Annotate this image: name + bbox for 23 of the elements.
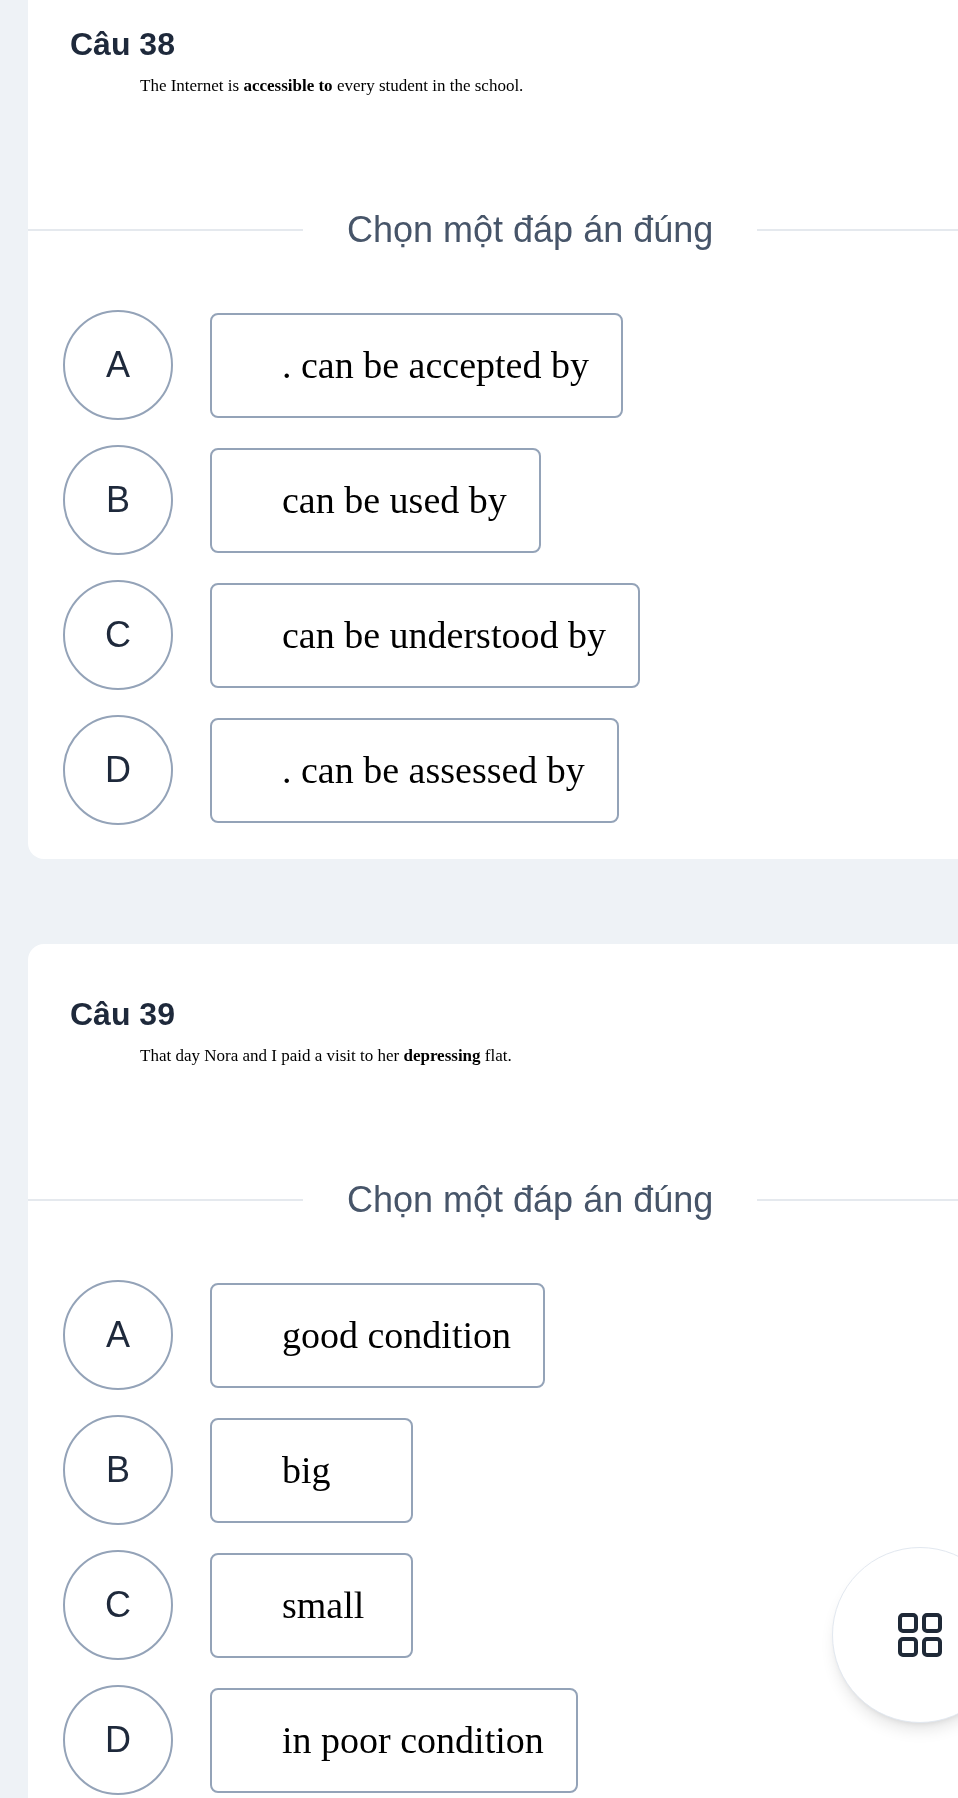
option-answer[interactable]: . can be assessed by <box>210 717 619 823</box>
option-letter[interactable]: B <box>63 1415 173 1525</box>
option-letter[interactable]: D <box>63 1685 173 1795</box>
option-answer[interactable]: . can be accepted by <box>210 312 623 418</box>
grid-icon <box>897 1612 943 1658</box>
question-title: Câu 38 <box>70 25 175 64</box>
instruction-text: Chọn một đáp án đúng <box>347 1178 714 1222</box>
option-letter[interactable]: D <box>63 715 173 825</box>
option-letter[interactable]: B <box>63 445 173 555</box>
option-letter[interactable]: A <box>63 1280 173 1390</box>
question-title: Câu 39 <box>70 995 175 1034</box>
question-text: The Internet is accessible to every student in the school. <box>140 75 524 97</box>
option-letter[interactable]: C <box>63 1550 173 1660</box>
option-answer[interactable]: can be used by <box>210 447 541 553</box>
option-answer[interactable]: good condition <box>210 1282 546 1388</box>
question-text: That day Nora and I paid a visit to her depressing flat. <box>140 1045 512 1067</box>
option-answer[interactable]: big <box>210 1417 413 1523</box>
option-letter[interactable]: C <box>63 580 173 690</box>
option-answer[interactable]: small <box>210 1552 413 1658</box>
option-answer[interactable]: can be understood by <box>210 582 640 688</box>
instruction-text: Chọn một đáp án đúng <box>347 208 714 252</box>
option-answer[interactable]: in poor condition <box>210 1687 578 1793</box>
option-letter[interactable]: A <box>63 310 173 420</box>
